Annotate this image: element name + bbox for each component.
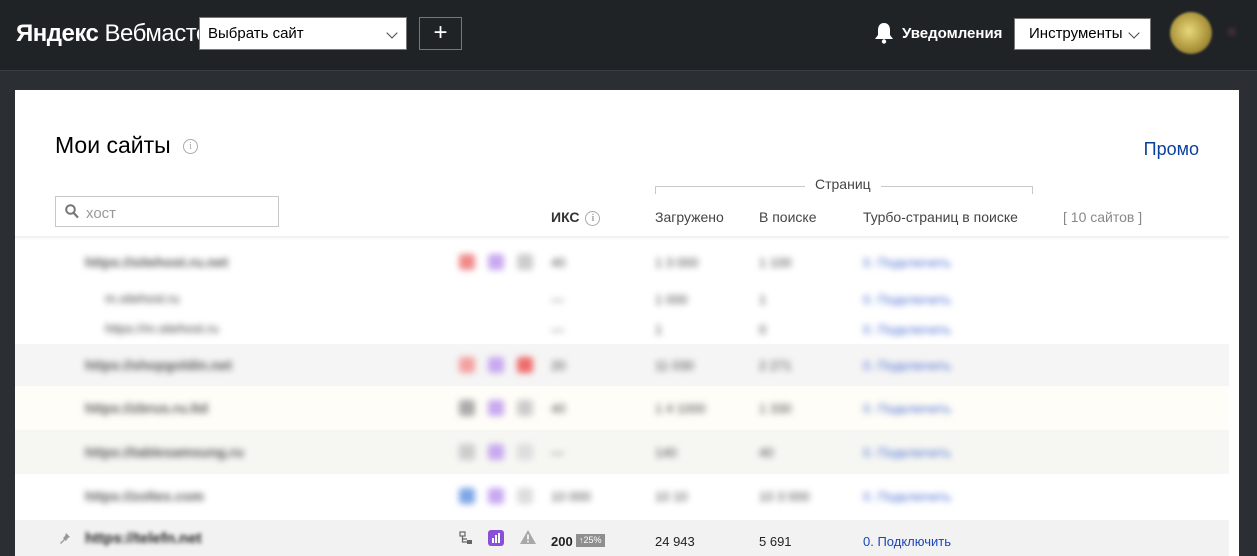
- iks-change-badge: ↑25%: [576, 534, 605, 547]
- turbo-connect-link[interactable]: 0. Подключить: [863, 534, 951, 549]
- sitemap-icon[interactable]: [459, 531, 473, 550]
- metrica-icon[interactable]: [488, 357, 504, 373]
- site-host[interactable]: https://shopgoldin.net: [85, 357, 232, 373]
- iks-value: —: [551, 322, 564, 337]
- host-search[interactable]: [55, 196, 279, 227]
- in-search-count: 10 3 000: [759, 489, 810, 504]
- warning-icon[interactable]: [517, 357, 533, 373]
- loaded-count: 140: [655, 445, 677, 460]
- tools-label: Инструменты: [1029, 25, 1123, 42]
- metrica-icon[interactable]: [488, 444, 504, 460]
- site-host[interactable]: https://sitehost.ru.net: [85, 254, 228, 270]
- search-icon: [65, 204, 79, 224]
- metrica-icon[interactable]: [488, 254, 504, 270]
- page-title: Мои сайты i: [55, 132, 199, 159]
- info-icon[interactable]: i: [585, 210, 601, 226]
- pages-group-label: Страниц: [805, 176, 881, 192]
- loaded-count: 24 943: [655, 534, 695, 549]
- bell-icon: [874, 22, 894, 44]
- metrica-icon[interactable]: [488, 530, 504, 551]
- table-row[interactable]: https://tablesamsung.ru — 140 40 0. Подключи…: [15, 430, 1229, 474]
- loaded-count: 1 4 1000: [655, 401, 706, 416]
- column-iks-label: ИКС: [551, 209, 580, 225]
- in-search-count: 1: [759, 292, 767, 307]
- status-icon[interactable]: [459, 357, 475, 373]
- iks-value: —: [551, 292, 564, 307]
- in-search-count: 1 330: [759, 401, 792, 416]
- top-bar: Яндекс Вебмастер Выбрать сайт + Уведомле…: [0, 0, 1257, 71]
- iks-value: 200: [551, 534, 573, 549]
- table-row[interactable]: https://zoltex.com 10 000 10 10 10 3 000 0. …: [15, 474, 1229, 518]
- notifications-button[interactable]: Уведомления: [874, 22, 1002, 44]
- in-search-count: 0: [759, 322, 767, 337]
- status-icon[interactable]: [459, 444, 475, 460]
- status-icon[interactable]: [459, 488, 475, 504]
- status-icon[interactable]: [459, 400, 475, 416]
- site-host[interactable]: https://m.sitehost.ru: [105, 321, 218, 336]
- site-count: [ 10 сайтов ]: [1063, 209, 1143, 225]
- warning-icon[interactable]: [517, 254, 533, 270]
- table-row[interactable]: m.sitehost.ru — 1 000 1 0. Подключить: [15, 284, 1229, 314]
- warning-icon[interactable]: [517, 488, 533, 504]
- logo-yandex: Яндекс: [16, 20, 99, 47]
- turbo-connect-link[interactable]: 0. Подключить: [863, 401, 951, 416]
- tools-dropdown[interactable]: Инструменты: [1014, 18, 1151, 50]
- loaded-count: 1: [655, 322, 663, 337]
- table-row[interactable]: https://telefn.net 200 ↑25% 24 943 5 691…: [15, 520, 1229, 556]
- loaded-count: 10 10: [655, 489, 688, 504]
- sites-panel: Мои сайты i Промо Страниц ИКС i Загружен…: [15, 90, 1239, 556]
- add-site-button[interactable]: +: [419, 17, 462, 50]
- loaded-count: 1 3 000: [655, 255, 699, 270]
- site-select-dropdown[interactable]: Выбрать сайт: [199, 17, 407, 50]
- metrica-icon[interactable]: [488, 488, 504, 504]
- warning-icon[interactable]: [517, 444, 533, 460]
- user-menu-icon[interactable]: ✕: [1226, 24, 1238, 41]
- iks-value: —: [551, 445, 564, 460]
- in-search-count: 5 691: [759, 534, 792, 549]
- column-in-search[interactable]: В поиске: [759, 209, 816, 225]
- status-icon[interactable]: [459, 254, 475, 270]
- site-select-label: Выбрать сайт: [208, 25, 304, 42]
- warning-icon[interactable]: [519, 529, 537, 550]
- table-row[interactable]: https://m.sitehost.ru — 1 0 0. Подключить: [15, 314, 1229, 344]
- table-row[interactable]: https://sitehost.ru.net 40 1 3 000 1 100 0. …: [15, 240, 1229, 284]
- loaded-count: 11 030: [655, 358, 694, 373]
- promo-link[interactable]: Промо: [1144, 139, 1199, 160]
- in-search-count: 1 100: [759, 255, 792, 270]
- metrica-icon[interactable]: [488, 400, 504, 416]
- column-loaded[interactable]: Загружено: [655, 209, 724, 225]
- chevron-down-icon: [1128, 27, 1140, 39]
- site-host[interactable]: https://tablesamsung.ru: [85, 444, 244, 460]
- info-icon[interactable]: i: [183, 139, 199, 155]
- notifications-label: Уведомления: [902, 24, 1003, 42]
- turbo-connect-link[interactable]: 0. Подключить: [863, 358, 951, 373]
- pin-icon[interactable]: [59, 531, 71, 549]
- in-search-count: 40: [759, 445, 774, 460]
- table-row[interactable]: https://zbrus.ru.ltd 40 1 4 1000 1 330 0. По…: [15, 386, 1229, 430]
- table-row[interactable]: https://shopgoldin.net 20 11 030 2 271 0. По…: [15, 344, 1229, 386]
- iks-value: 20: [551, 358, 566, 373]
- turbo-connect-link[interactable]: 0. Подключить: [863, 292, 951, 307]
- loaded-count: 1 000: [655, 292, 688, 307]
- turbo-connect-link[interactable]: 0. Подключить: [863, 255, 951, 270]
- logo[interactable]: Яндекс Вебмастер: [16, 20, 222, 48]
- turbo-connect-link[interactable]: 0. Подключить: [863, 489, 951, 504]
- turbo-connect-link[interactable]: 0. Подключить: [863, 322, 951, 337]
- in-search-count: 2 271: [759, 358, 792, 373]
- avatar[interactable]: [1170, 12, 1212, 54]
- turbo-connect-link[interactable]: 0. Подключить: [863, 445, 951, 460]
- site-host[interactable]: m.sitehost.ru: [105, 291, 179, 306]
- warning-icon[interactable]: [517, 400, 533, 416]
- page-title-text: Мои сайты: [55, 132, 171, 158]
- search-input[interactable]: [84, 201, 268, 225]
- iks-value: 40: [551, 401, 566, 416]
- chevron-down-icon: [386, 27, 398, 39]
- column-iks[interactable]: ИКС i: [551, 209, 601, 226]
- iks-value: 10 000: [551, 489, 591, 504]
- site-host[interactable]: https://zbrus.ru.ltd: [85, 400, 208, 416]
- column-turbo[interactable]: Турбо-страниц в поиске: [863, 209, 1018, 225]
- site-host[interactable]: https://telefn.net: [85, 530, 202, 547]
- iks-value: 40: [551, 255, 566, 270]
- site-host[interactable]: https://zoltex.com: [85, 488, 204, 504]
